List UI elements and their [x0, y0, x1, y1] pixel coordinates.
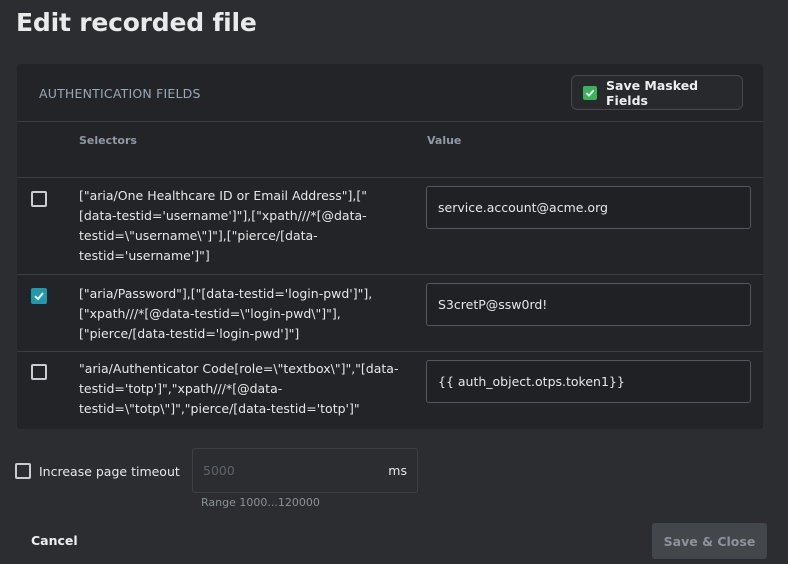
- save-masked-fields-label: Save Masked Fields: [606, 77, 699, 108]
- increase-timeout-checkbox[interactable]: [15, 463, 31, 479]
- row-checkbox[interactable]: [31, 364, 47, 380]
- divider: [17, 177, 763, 178]
- save-masked-fields-toggle[interactable]: Save Masked Fields: [571, 75, 743, 110]
- timeout-placeholder: 5000: [203, 463, 235, 478]
- check-icon: [585, 89, 595, 97]
- divider: [17, 274, 763, 275]
- timeout-range-hint: Range 1000...120000: [201, 496, 320, 509]
- divider: [17, 121, 763, 122]
- cancel-button[interactable]: Cancel: [31, 533, 78, 548]
- value-input[interactable]: S3cretP@ssw0rd!: [426, 283, 751, 326]
- save-close-button[interactable]: Save & Close: [652, 523, 767, 559]
- selector-text: ["aria/Password"],["[data-testid='login-…: [79, 286, 373, 341]
- authentication-fields-panel: AUTHENTICATION FIELDS Save Masked Fields…: [17, 64, 763, 429]
- timeout-unit: ms: [388, 463, 407, 478]
- dialog-title: Edit recorded file: [16, 8, 257, 37]
- row-checkbox[interactable]: [31, 288, 47, 304]
- selector-text: ["aria/One Healthcare ID or Email Addres…: [79, 188, 368, 263]
- value-input[interactable]: {{ auth_object.otps.token1}}: [426, 360, 751, 403]
- save-masked-fields-checkbox[interactable]: [583, 85, 597, 100]
- column-header-selectors: Selectors: [79, 134, 137, 147]
- selector-text: "aria/Authenticator Code[role=\"textbox\…: [79, 361, 399, 416]
- timeout-input[interactable]: 5000 ms: [192, 448, 418, 493]
- increase-timeout-label: Increase page timeout: [39, 463, 180, 479]
- check-icon: [34, 292, 44, 301]
- value-input[interactable]: service.account@acme.org: [426, 186, 751, 229]
- row-checkbox[interactable]: [31, 191, 47, 207]
- divider: [17, 351, 763, 352]
- section-label: AUTHENTICATION FIELDS: [39, 86, 201, 101]
- increase-page-timeout[interactable]: Increase page timeout: [15, 463, 180, 479]
- column-header-value: Value: [427, 134, 462, 147]
